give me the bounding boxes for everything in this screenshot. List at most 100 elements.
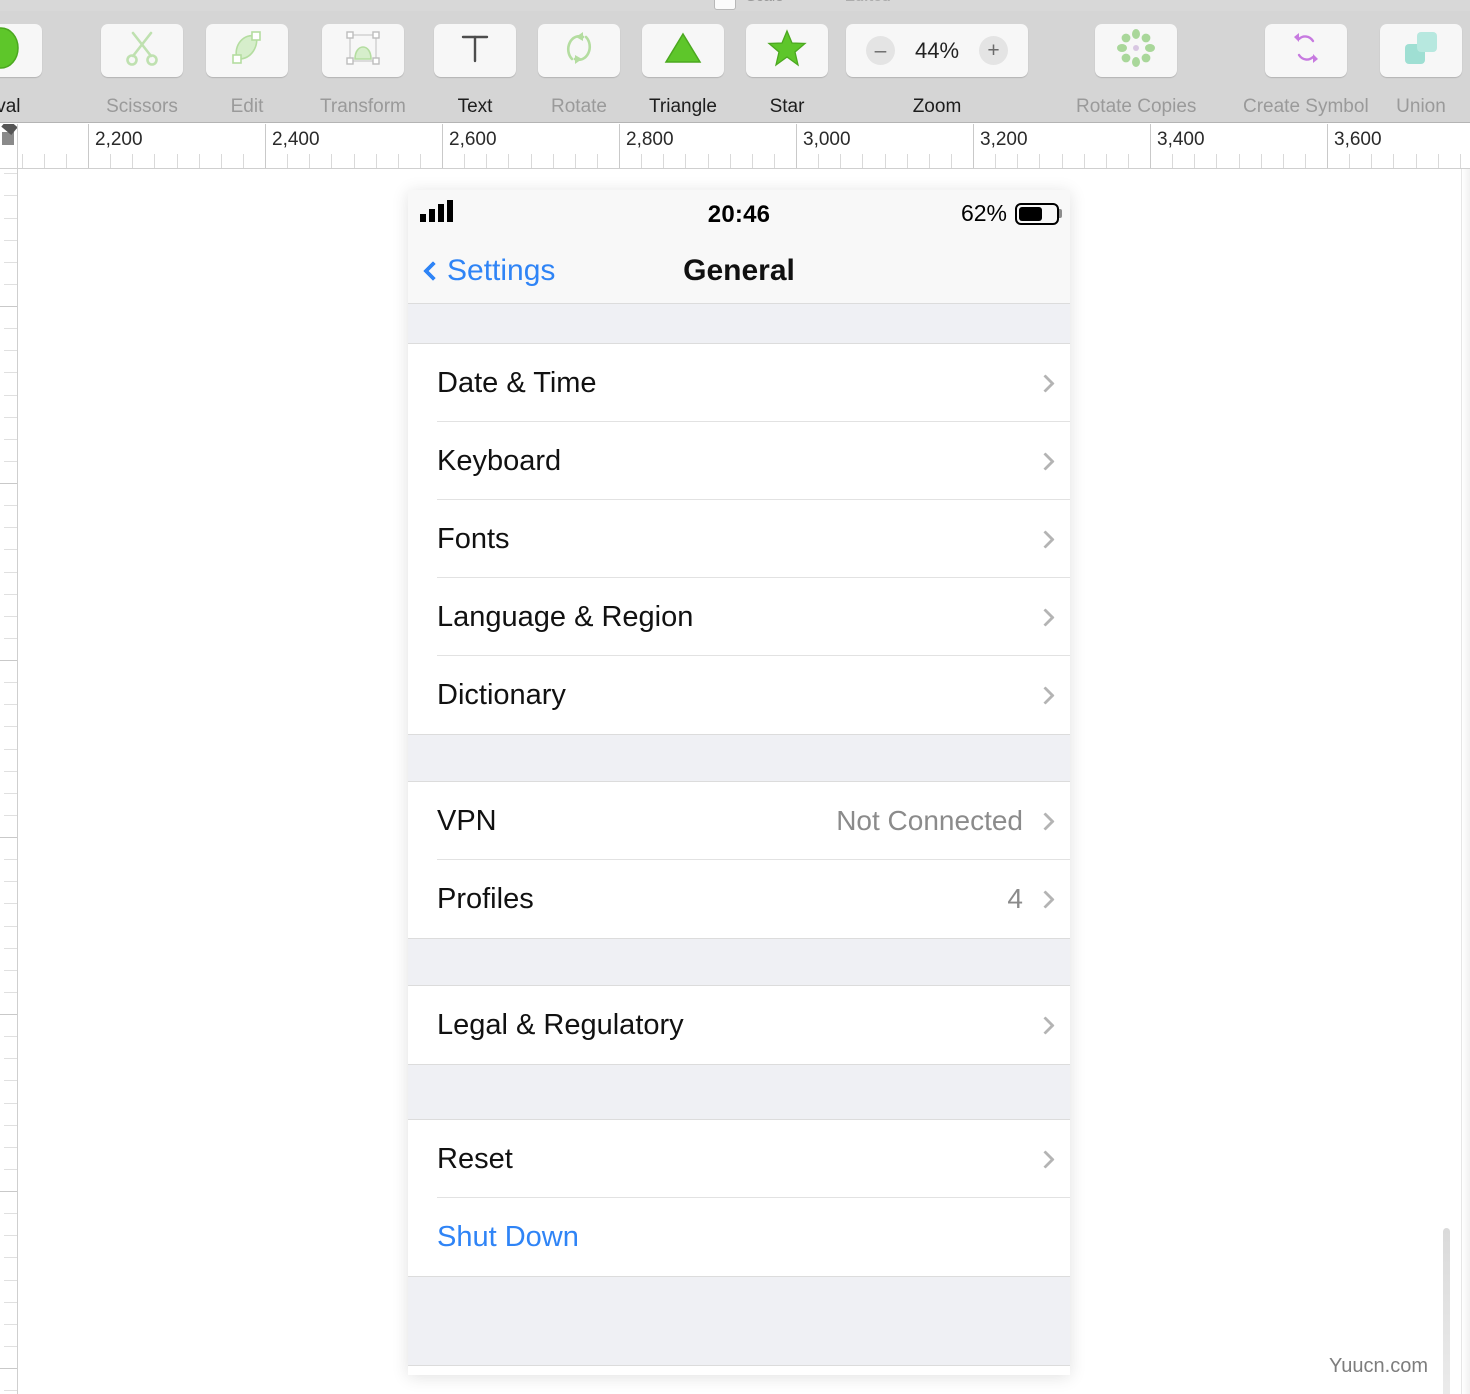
artboard-iphone-general-settings[interactable]: 20:46 62% Settings General Date & Time K… — [408, 190, 1070, 1375]
ruler-minor-tick — [1128, 154, 1129, 168]
transform-button[interactable] — [321, 24, 404, 77]
ruler-minor-tick — [4, 1103, 17, 1104]
scissors-button[interactable] — [101, 24, 183, 77]
chevron-right-icon — [1036, 811, 1055, 831]
ruler-minor-tick — [4, 970, 17, 971]
ruler-minor-tick — [4, 1302, 17, 1303]
list-item[interactable]: Fonts — [408, 500, 1070, 578]
ruler-minor-tick — [4, 638, 17, 639]
vertical-scrollbar[interactable] — [1443, 1228, 1450, 1394]
rotate-copies-button[interactable] — [1095, 24, 1178, 77]
ruler-major-tick — [0, 306, 17, 307]
ruler-major-tick — [0, 1191, 17, 1192]
oval-button[interactable] — [0, 24, 42, 77]
toolbar-label-transform: Transform — [320, 96, 406, 117]
ruler-minor-tick — [597, 154, 598, 168]
ruler-minor-tick — [730, 154, 731, 168]
star-button[interactable] — [746, 24, 828, 77]
zoom-value: 44% — [914, 37, 960, 63]
ruler-minor-tick — [331, 154, 332, 168]
toolbar-item-triangle[interactable]: Triangle — [642, 24, 724, 118]
scissors-icon — [124, 29, 160, 72]
ruler-minor-tick — [1349, 154, 1350, 168]
ruler-minor-tick — [420, 154, 421, 168]
toolbar-item-create-symbol[interactable]: Create Symbol — [1243, 24, 1369, 118]
toolbar-item-text[interactable]: Text — [434, 24, 516, 118]
text-button[interactable] — [434, 24, 516, 77]
ruler-major-tick — [442, 124, 443, 168]
zoom-out-button[interactable]: – — [866, 36, 895, 65]
toolbar-item-rotate-copies[interactable]: Rotate Copies — [1076, 24, 1196, 118]
horizontal-ruler[interactable]: 2,200 2,400 2,600 2,800 3,000 3,200 3,400 3,600 — [18, 124, 1470, 169]
ruler-minor-tick — [1062, 154, 1063, 168]
status-bar-battery: 62% — [961, 200, 1062, 227]
union-button[interactable] — [1380, 24, 1462, 77]
zoom-stepper[interactable]: – 44% + — [846, 24, 1028, 77]
list-item[interactable]: Shut Down — [408, 1198, 1070, 1276]
chevron-right-icon — [1036, 889, 1055, 909]
ruler-minor-tick — [1393, 154, 1394, 168]
zoom-in-button[interactable]: + — [979, 36, 1008, 65]
ruler-minor-tick — [243, 154, 244, 168]
triangle-button[interactable] — [642, 24, 724, 77]
list-item-accessory — [1036, 1015, 1055, 1035]
ruler-minor-tick — [885, 154, 886, 168]
toolbar-item-oval[interactable]: Oval — [0, 24, 42, 118]
toolbar-item-edit[interactable]: Edit — [206, 24, 288, 118]
scale-checkbox[interactable] — [714, 0, 736, 10]
list-item[interactable]: Keyboard — [408, 422, 1070, 500]
list-item[interactable]: Reset — [408, 1120, 1070, 1198]
ruler-minor-tick — [4, 616, 17, 617]
edited-indicator-label: Edited — [845, 0, 891, 5]
toolbar-item-rotate[interactable]: Rotate — [538, 24, 620, 118]
ruler-minor-tick — [641, 154, 642, 168]
create-symbol-button[interactable] — [1264, 24, 1347, 77]
toolbar-item-transform[interactable]: Transform — [320, 24, 406, 118]
ruler-minor-tick — [1305, 154, 1306, 168]
union-icon — [1401, 28, 1441, 73]
ruler-minor-tick — [4, 1058, 17, 1059]
list-item[interactable]: Date & Time — [408, 344, 1070, 422]
ruler-major-tick — [796, 124, 797, 168]
vertical-ruler[interactable] — [0, 169, 18, 1394]
ruler-minor-tick — [4, 284, 17, 285]
list-item[interactable]: VPN Not Connected — [408, 782, 1070, 860]
ruler-minor-tick — [4, 749, 17, 750]
ruler-minor-tick — [774, 154, 775, 168]
ruler-minor-tick — [907, 154, 908, 168]
ruler-minor-tick — [4, 527, 17, 528]
list-item[interactable]: Legal & Regulatory — [408, 986, 1070, 1064]
list-item-label: Reset — [437, 1142, 513, 1175]
list-item-accessory — [1036, 607, 1055, 627]
toolbar-item-union[interactable]: Union — [1380, 24, 1462, 118]
ruler-minor-tick — [4, 395, 17, 396]
ruler-minor-tick — [4, 417, 17, 418]
list-item[interactable]: Language & Region — [408, 578, 1070, 656]
toolbar-item-scissors[interactable]: Scissors — [101, 24, 183, 118]
ruler-origin-corner[interactable] — [0, 124, 18, 169]
ruler-minor-tick — [287, 154, 288, 168]
ruler-tick-label: 2,600 — [449, 129, 497, 150]
toolbar-item-star[interactable]: Star — [746, 24, 828, 118]
design-canvas[interactable]: 20:46 62% Settings General Date & Time K… — [18, 169, 1470, 1394]
toolbar-item-zoom[interactable]: – 44% + Zoom — [846, 24, 1028, 118]
ruler-minor-tick — [4, 1147, 17, 1148]
list-item-label: Legal & Regulatory — [437, 1008, 684, 1041]
list-item[interactable]: Dictionary — [408, 656, 1070, 734]
ruler-origin-knob — [2, 132, 14, 145]
cut-off-top-bar: Scale Edited — [0, 0, 1470, 11]
main-toolbar: Oval Scissors — [0, 11, 1470, 123]
ruler-minor-tick — [4, 328, 17, 329]
ruler-tick-label: 2,400 — [272, 129, 320, 150]
list-item[interactable]: Profiles 4 — [408, 860, 1070, 938]
ruler-minor-tick — [309, 154, 310, 168]
ruler-minor-tick — [4, 726, 17, 727]
ruler-minor-tick — [1216, 154, 1217, 168]
ruler-minor-tick — [1194, 154, 1195, 168]
ruler-major-tick — [1327, 124, 1328, 168]
scale-checkbox-label: Scale — [746, 0, 784, 5]
rotate-button[interactable] — [538, 24, 620, 77]
list-item-accessory: Not Connected — [836, 805, 1055, 837]
ruler-minor-tick — [840, 154, 841, 168]
edit-button[interactable] — [206, 24, 288, 77]
